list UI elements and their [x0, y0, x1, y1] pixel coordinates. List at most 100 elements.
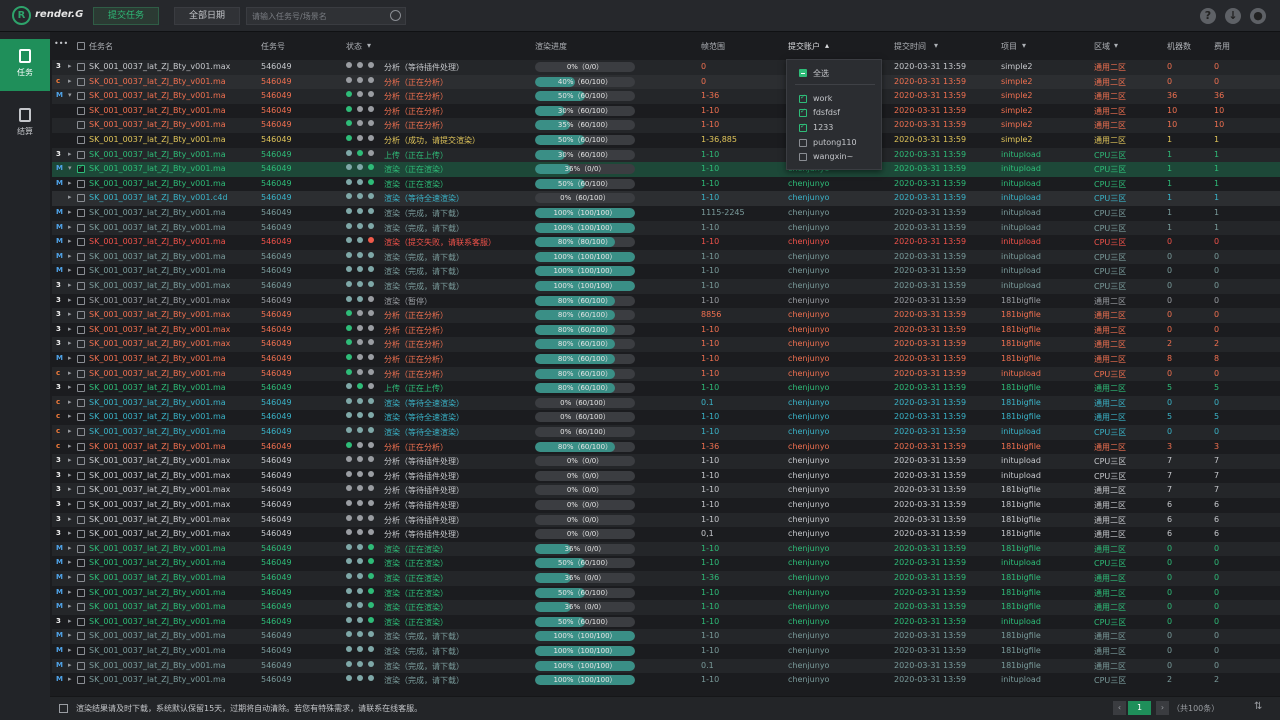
- row-checkbox[interactable]: [77, 92, 85, 101]
- task-name[interactable]: SK_001_0037_lat_ZJ_Bty_v001.max: [89, 500, 230, 509]
- row-checkbox[interactable]: [77, 355, 85, 363]
- expand-chevron-icon[interactable]: ▸: [68, 369, 72, 377]
- table-row[interactable]: M ▸ SK_001_0037_lat_ZJ_Bty_v001.ma 546049 渲染…: [52, 235, 1280, 250]
- row-checkbox[interactable]: [77, 457, 85, 466]
- expand-chevron-icon[interactable]: ▸: [68, 573, 72, 581]
- date-filter-button[interactable]: 全部日期: [174, 7, 240, 25]
- expand-chevron-icon[interactable]: ▸: [68, 485, 72, 493]
- task-name[interactable]: SK_001_0037_lat_ZJ_Bty_v001.ma: [89, 617, 226, 626]
- row-checkbox[interactable]: [77, 267, 85, 276]
- table-row[interactable]: c ▸ SK_001_0037_lat_ZJ_Bty_v001.ma 546049 渲染…: [52, 410, 1280, 425]
- table-row[interactable]: 3 ▸ SK_001_0037_lat_ZJ_Bty_v001.max 546049 分…: [52, 483, 1280, 498]
- table-row[interactable]: SK_001_0037_lat_ZJ_Bty_v001.ma 546049 分析（正…: [52, 118, 1280, 133]
- expand-chevron-icon[interactable]: ▸: [68, 471, 72, 479]
- row-checkbox[interactable]: [77, 223, 85, 232]
- table-row[interactable]: M ▸ SK_001_0037_lat_ZJ_Bty_v001.ma 546049 渲染…: [52, 556, 1280, 571]
- row-checkbox[interactable]: [77, 515, 85, 524]
- account-filter-icon[interactable]: ▴: [825, 41, 829, 50]
- table-row[interactable]: M ▸ SK_001_0037_lat_ZJ_Bty_v001.ma 546049 渲染…: [52, 600, 1280, 615]
- task-name[interactable]: SK_001_0037_lat_ZJ_Bty_v001.ma: [89, 164, 226, 173]
- table-row[interactable]: 3 ▸ SK_001_0037_lat_ZJ_Bty_v001.max 546049 分…: [52, 308, 1280, 323]
- task-name[interactable]: SK_001_0037_lat_ZJ_Bty_v001.max: [89, 529, 230, 538]
- search-icon[interactable]: [390, 10, 401, 21]
- table-row[interactable]: ▸ SK_001_0037_lat_ZJ_Bty_v001.c4d 546049 渲染…: [52, 191, 1280, 206]
- expand-chevron-icon[interactable]: ▸: [68, 223, 72, 231]
- option-checkbox[interactable]: [799, 153, 807, 161]
- task-name[interactable]: SK_001_0037_lat_ZJ_Bty_v001.max: [89, 281, 230, 290]
- option-checkbox[interactable]: [799, 122, 807, 132]
- expand-chevron-icon[interactable]: ▾: [68, 91, 72, 99]
- expand-chevron-icon[interactable]: ▸: [68, 529, 72, 537]
- select-all-checkbox[interactable]: [77, 42, 85, 50]
- expand-chevron-icon[interactable]: ▸: [68, 62, 72, 70]
- row-checkbox[interactable]: [77, 238, 85, 247]
- expand-chevron-icon[interactable]: ▸: [68, 442, 72, 450]
- expand-chevron-icon[interactable]: ▸: [68, 500, 72, 508]
- table-row[interactable]: SK_001_0037_lat_ZJ_Bty_v001.ma 546049 分析（正…: [52, 104, 1280, 119]
- row-checkbox[interactable]: [77, 311, 85, 320]
- project-filter-icon[interactable]: ▾: [1022, 41, 1026, 50]
- expand-chevron-icon[interactable]: ▸: [68, 661, 72, 669]
- expand-chevron-icon[interactable]: ▸: [68, 310, 72, 318]
- row-checkbox[interactable]: [77, 209, 85, 217]
- expand-chevron-icon[interactable]: ▸: [68, 77, 72, 85]
- table-row[interactable]: 3 ▸ SK_001_0037_lat_ZJ_Bty_v001.ma 546049 上传…: [52, 381, 1280, 396]
- table-row[interactable]: M ▸ SK_001_0037_lat_ZJ_Bty_v001.ma 546049 渲染…: [52, 264, 1280, 279]
- task-name[interactable]: SK_001_0037_lat_ZJ_Bty_v001.ma: [89, 661, 226, 670]
- expand-chevron-icon[interactable]: ▸: [68, 398, 72, 406]
- table-row[interactable]: c ▸ SK_001_0037_lat_ZJ_Bty_v001.ma 546049 分析…: [52, 366, 1280, 382]
- next-page-button[interactable]: ›: [1156, 701, 1169, 715]
- expand-chevron-icon[interactable]: ▸: [68, 266, 72, 274]
- task-name[interactable]: SK_001_0037_lat_ZJ_Bty_v001.max: [89, 62, 230, 71]
- task-name[interactable]: SK_001_0037_lat_ZJ_Bty_v001.ma: [89, 150, 226, 159]
- expand-chevron-icon[interactable]: ▸: [68, 558, 72, 566]
- table-row[interactable]: 3 ▸ SK_001_0037_lat_ZJ_Bty_v001.ma 546049 上传…: [52, 147, 1280, 163]
- submit-task-button[interactable]: 提交任务: [93, 7, 159, 25]
- row-checkbox[interactable]: [77, 647, 85, 655]
- row-checkbox[interactable]: [77, 77, 85, 86]
- task-name[interactable]: SK_001_0037_lat_ZJ_Bty_v001.ma: [89, 237, 226, 246]
- nav-item-billing[interactable]: 结算: [0, 98, 50, 150]
- table-row[interactable]: 3 ▸ SK_001_0037_lat_ZJ_Bty_v001.max 546049 分…: [52, 454, 1280, 469]
- row-checkbox[interactable]: [77, 325, 85, 334]
- help-icon[interactable]: ?: [1200, 8, 1216, 24]
- task-name[interactable]: SK_001_0037_lat_ZJ_Bty_v001.ma: [89, 77, 226, 86]
- task-name[interactable]: SK_001_0037_lat_ZJ_Bty_v001.ma: [89, 442, 226, 451]
- expand-chevron-icon[interactable]: ▸: [68, 237, 72, 245]
- task-name[interactable]: SK_001_0037_lat_ZJ_Bty_v001.ma: [89, 266, 226, 275]
- col-status[interactable]: 状态: [346, 41, 362, 52]
- row-checkbox[interactable]: [77, 574, 85, 582]
- task-name[interactable]: SK_001_0037_lat_ZJ_Bty_v001.ma: [89, 646, 226, 655]
- row-checkbox[interactable]: [77, 163, 85, 174]
- col-progress[interactable]: 渲染进度: [535, 41, 567, 52]
- row-checkbox[interactable]: [77, 150, 85, 159]
- expand-chevron-icon[interactable]: ▸: [68, 252, 72, 260]
- table-row[interactable]: c ▸ SK_001_0037_lat_ZJ_Bty_v001.ma 546049 渲染…: [52, 395, 1280, 411]
- table-row[interactable]: 3 ▸ SK_001_0037_lat_ZJ_Bty_v001.max 546049 分…: [52, 527, 1280, 542]
- expand-chevron-icon[interactable]: ▸: [68, 588, 72, 596]
- row-checkbox[interactable]: [77, 121, 85, 130]
- task-name[interactable]: SK_001_0037_lat_ZJ_Bty_v001.ma: [89, 558, 226, 567]
- task-name[interactable]: SK_001_0037_lat_ZJ_Bty_v001.ma: [89, 631, 226, 640]
- search-input[interactable]: [246, 7, 406, 25]
- task-name[interactable]: SK_001_0037_lat_ZJ_Bty_v001.ma: [89, 369, 226, 378]
- expand-chevron-icon[interactable]: ▸: [68, 150, 72, 158]
- task-name[interactable]: SK_001_0037_lat_ZJ_Bty_v001.ma: [89, 354, 226, 363]
- task-name[interactable]: SK_001_0037_lat_ZJ_Bty_v001.ma: [89, 602, 226, 611]
- table-row[interactable]: M ▸ SK_001_0037_lat_ZJ_Bty_v001.ma 546049 渲染…: [52, 658, 1280, 674]
- table-row[interactable]: 3 ▸ SK_001_0037_lat_ZJ_Bty_v001.max 546049 分…: [52, 512, 1280, 528]
- select-all-checkbox[interactable]: [799, 69, 807, 77]
- prev-page-button[interactable]: ‹: [1113, 701, 1126, 715]
- row-checkbox[interactable]: [77, 413, 85, 422]
- download-icon[interactable]: ↓: [1225, 8, 1241, 24]
- expand-chevron-icon[interactable]: ▸: [68, 412, 72, 420]
- expand-chevron-icon[interactable]: ▸: [68, 383, 72, 391]
- task-name[interactable]: SK_001_0037_lat_ZJ_Bty_v001.ma: [89, 106, 226, 115]
- task-name[interactable]: SK_001_0037_lat_ZJ_Bty_v001.max: [89, 339, 230, 348]
- row-checkbox[interactable]: [77, 136, 85, 144]
- expand-chevron-icon[interactable]: ▸: [68, 427, 72, 435]
- table-row[interactable]: c ▸ SK_001_0037_lat_ZJ_Bty_v001.ma 546049 渲染…: [52, 425, 1280, 440]
- row-checkbox[interactable]: [77, 398, 85, 407]
- task-name[interactable]: SK_001_0037_lat_ZJ_Bty_v001.max: [89, 515, 230, 524]
- task-name[interactable]: SK_001_0037_lat_ZJ_Bty_v001.max: [89, 471, 230, 480]
